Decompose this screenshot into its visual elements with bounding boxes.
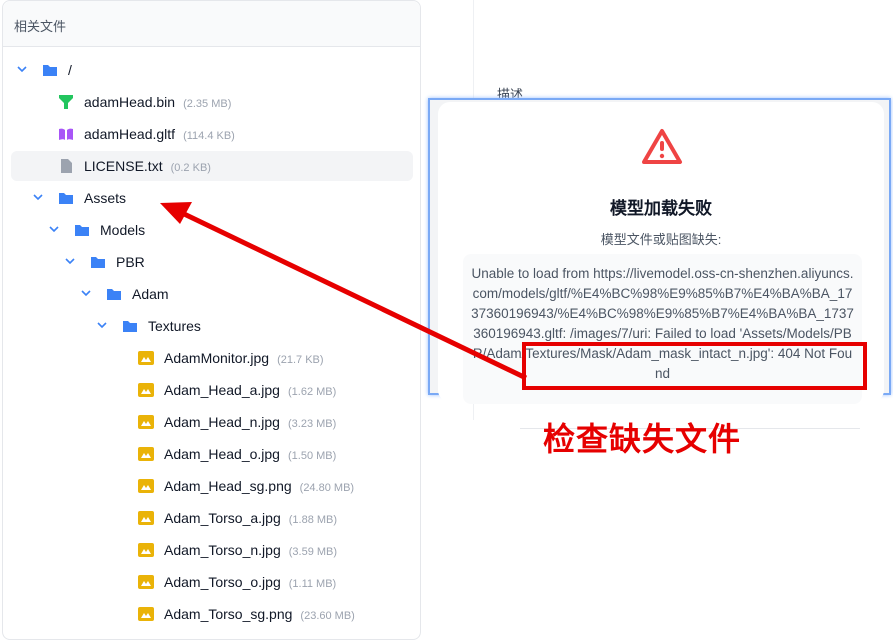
folder-icon — [58, 190, 74, 206]
image-icon — [138, 382, 154, 398]
file-name: Adam_Torso_n.jpg — [164, 542, 281, 558]
tree-item-label: Adam_Torso_sg.png (23.60 MB) — [164, 606, 355, 622]
tree-item-label: Adam_Head_o.jpg (1.50 MB) — [164, 446, 336, 462]
tree-file[interactable]: Adam_Torso_o.jpg (1.11 MB) — [11, 567, 413, 597]
annotation-text: 检查缺失文件 — [543, 420, 742, 458]
tree-file[interactable]: Adam_Head_n.jpg (3.23 MB) — [11, 407, 413, 437]
image-icon — [138, 510, 154, 526]
tree-file[interactable]: adamHead.bin (2.35 MB) — [11, 87, 413, 117]
tree-item-label: Adam_Torso_o.jpg (1.11 MB) — [164, 574, 336, 590]
tree-item-label: Textures — [148, 318, 201, 334]
tree-folder[interactable]: Models — [11, 215, 413, 245]
file-size: (2.35 MB) — [183, 98, 232, 110]
file-name: Assets — [84, 190, 127, 206]
file-size: (0.2 KB) — [170, 162, 211, 174]
file-name: Adam_Head_a.jpg — [164, 382, 280, 398]
file-size: (24.80 MB) — [299, 482, 355, 494]
chevron-down-icon[interactable] — [95, 318, 109, 332]
tree-file[interactable]: Adam_Torso_a.jpg (1.88 MB) — [11, 503, 413, 533]
file-name: LICENSE.txt — [84, 158, 163, 174]
file-size: (23.60 MB) — [300, 610, 355, 622]
tree-item-label: Adam_Head_sg.png (24.80 MB) — [164, 478, 354, 494]
tree-item-label: Adam_Torso_a.jpg (1.88 MB) — [164, 510, 337, 526]
image-icon — [138, 574, 154, 590]
folder-icon — [106, 286, 122, 302]
tree-item-label: Models — [100, 222, 145, 238]
folder-icon — [122, 318, 138, 334]
tree-folder[interactable]: Textures — [11, 311, 413, 341]
file-name: AdamMonitor.jpg — [164, 350, 270, 366]
file-name: Adam — [132, 286, 169, 302]
image-icon — [138, 542, 154, 558]
chevron-down-icon[interactable] — [63, 254, 77, 268]
file-size: (1.50 MB) — [287, 450, 337, 462]
file-icon — [58, 158, 74, 174]
image-icon — [138, 350, 154, 366]
file-name: Adam_Head_o.jpg — [164, 446, 280, 462]
file-size: (114.4 KB) — [183, 130, 235, 142]
tree-file[interactable]: LICENSE.txt (0.2 KB) — [11, 151, 413, 181]
error-dialog: 模型加载失败 模型文件或贴图缺失: Unable to load from ht… — [428, 98, 891, 404]
file-name: adamHead.gltf — [84, 126, 176, 142]
dialog-title: 模型加载失败 — [610, 199, 712, 218]
tree-item-label: LICENSE.txt (0.2 KB) — [84, 158, 211, 174]
file-name: Adam_Head_sg.png — [164, 478, 292, 494]
tree-folder[interactable]: / — [11, 55, 413, 85]
tree-folder[interactable]: PBR — [11, 247, 413, 277]
tree-file[interactable]: Adam_Torso_n.jpg (3.59 MB) — [11, 535, 413, 565]
tree-item-label: Adam_Torso_n.jpg (3.59 MB) — [164, 542, 337, 558]
image-icon — [138, 606, 154, 622]
file-size: (1.88 MB) — [288, 514, 338, 526]
tree-item-label: Assets — [84, 190, 126, 206]
file-name: / — [68, 62, 72, 78]
tree-file[interactable]: adamHead.gltf (114.4 KB) — [11, 119, 413, 149]
tree-item-label: Adam_Head_a.jpg (1.62 MB) — [164, 382, 336, 398]
tree-item-label: Adam — [132, 286, 169, 302]
folder-icon — [74, 222, 90, 238]
chevron-down-icon[interactable] — [15, 62, 29, 76]
tree-file[interactable]: Adam_Head_o.jpg (1.50 MB) — [11, 439, 413, 469]
image-icon — [138, 478, 154, 494]
tree-file[interactable]: Adam_Torso_sg.png (23.60 MB) — [11, 599, 413, 629]
file-name: Adam_Torso_o.jpg — [164, 574, 281, 590]
file-size: (21.7 KB) — [277, 354, 324, 366]
file-name: Adam_Torso_sg.png — [164, 606, 293, 622]
tree-item-label: adamHead.bin (2.35 MB) — [84, 94, 231, 110]
file-name: Models — [100, 222, 146, 238]
tree-item-label: Adam_Head_n.jpg (3.23 MB) — [164, 414, 336, 430]
tree-folder[interactable]: Adam — [11, 279, 413, 309]
tree-file[interactable]: Adam_Head_a.jpg (1.62 MB) — [11, 375, 413, 405]
dialog-subtitle: 模型文件或贴图缺失: — [600, 232, 722, 247]
bin-icon — [58, 94, 74, 110]
tree-folder[interactable]: Assets — [11, 183, 413, 213]
folder-icon — [90, 254, 106, 270]
file-name: Adam_Torso_a.jpg — [164, 510, 281, 526]
panel-title: 相关文件 — [3, 1, 420, 47]
tree-item-label: / — [68, 62, 72, 78]
chevron-down-icon[interactable] — [79, 286, 93, 300]
tree-item-label: PBR — [116, 254, 145, 270]
image-icon — [138, 414, 154, 430]
folder-icon — [42, 62, 58, 78]
file-size: (1.11 MB) — [288, 578, 337, 590]
error-message: Unable to load from https://livemodel.os… — [463, 254, 862, 404]
tree-file[interactable]: AdamMonitor.jpg (21.7 KB) — [11, 343, 413, 373]
file-name: PBR — [116, 254, 145, 270]
warning-icon — [642, 129, 682, 164]
tree-item-label: AdamMonitor.jpg (21.7 KB) — [164, 350, 324, 366]
chevron-down-icon[interactable] — [31, 190, 45, 204]
file-name: Textures — [148, 318, 201, 334]
error-card: 模型加载失败 模型文件或贴图缺失: Unable to load from ht… — [438, 102, 884, 404]
gltf-icon — [58, 126, 74, 142]
image-icon — [138, 446, 154, 462]
tree-file[interactable]: Adam_Head_sg.png (24.80 MB) — [11, 471, 413, 501]
chevron-down-icon[interactable] — [47, 222, 61, 236]
related-files-panel: 相关文件 / adamHead.bin (2.35 MB) adamHead.gltf… — [2, 0, 421, 640]
file-size: (1.62 MB) — [287, 386, 337, 398]
file-size: (3.59 MB) — [288, 546, 338, 558]
file-name: Adam_Head_n.jpg — [164, 414, 280, 430]
file-size: (3.23 MB) — [287, 418, 337, 430]
file-name: adamHead.bin — [84, 94, 176, 110]
tree-item-label: adamHead.gltf (114.4 KB) — [84, 126, 235, 142]
